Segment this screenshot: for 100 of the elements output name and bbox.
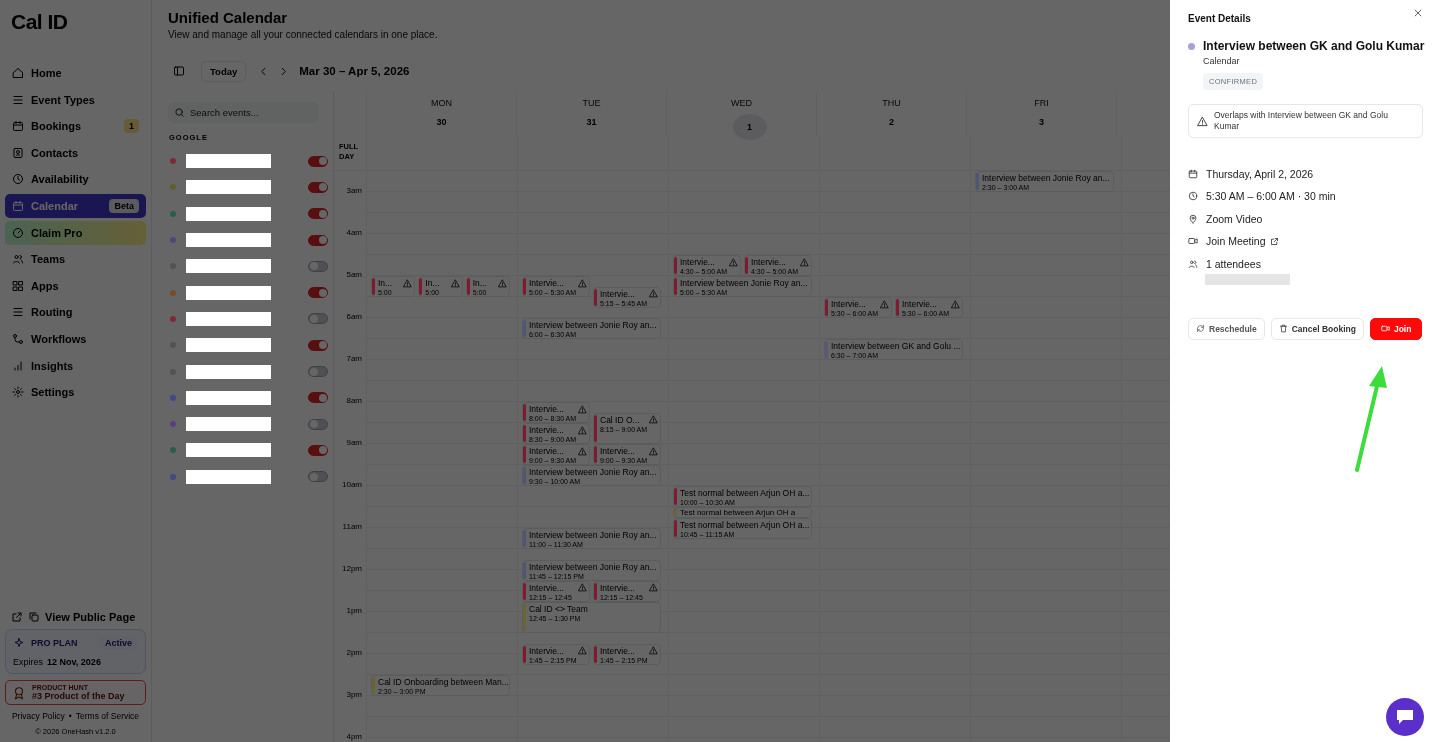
date-number[interactable]: 2 [883,114,900,130]
warning-text: Overlaps with Interview between GK and Golu Kumar [1214,110,1389,133]
event-title: Interview between GK and Golu Kumar [1203,39,1425,53]
toggle-switch[interactable] [308,339,328,351]
date-number[interactable]: 1 [732,114,767,140]
event-title: Intervie... [600,446,636,456]
toggle-switch[interactable] [308,155,328,167]
date-number[interactable]: 3 [1033,114,1050,130]
privacy-link[interactable]: Privacy Policy [11,711,65,721]
view-public-page-link[interactable]: View Public Page [45,611,136,623]
toggle-switch[interactable] [308,181,328,193]
calendar-icon [12,199,24,212]
hour-label: 3pm [346,690,362,699]
date-number[interactable]: 30 [433,114,450,130]
panel-heading: Event Details [1188,13,1252,24]
hour-label: 9am [346,438,362,447]
nav-item[interactable]: Event Types [5,87,146,112]
event-title: Interview between Jonie Roy an... [529,467,658,477]
join-button[interactable]: Join [1369,317,1423,340]
event-title: Intervie... [600,288,636,299]
toggle-switch[interactable] [308,208,328,220]
join-meeting-link[interactable]: Join Meeting [1206,235,1279,248]
event-title: In... [472,278,488,288]
sparkle-icon [13,637,25,649]
nav-item[interactable]: Claim Pro [5,220,146,245]
hour-label: 3am [346,186,362,195]
expires-label: Expires [13,657,43,667]
nav-item[interactable]: Calendar Beta [5,193,146,218]
hour-label: 11am [342,522,362,531]
toggle-switch[interactable] [308,287,328,299]
reschedule-button[interactable]: Reschedule [1188,317,1265,340]
event-title: Intervie... [529,582,565,593]
event-title: Test normal between Arjun OH a... [680,488,810,498]
location-pin-icon [1188,213,1198,224]
hour-label: 2pm [346,648,362,657]
nav-item[interactable]: Home [5,61,146,85]
sidebar-toggle-icon[interactable] [173,65,185,77]
event-title: Cal ID Onboarding between Man... [378,677,509,687]
people-icon [1188,258,1198,269]
nav-item[interactable]: Availability [5,167,146,192]
today-button[interactable]: Today [201,60,247,82]
logo[interactable]: Cal ID [11,10,146,34]
nav-item[interactable]: Routing [5,300,146,325]
page-subtitle: View and manage all your connected calendars in one place. [168,29,439,40]
nav-item[interactable]: Teams [5,247,146,272]
toggle-switch[interactable] [308,418,328,430]
close-icon[interactable] [1413,8,1423,18]
hour-label: 5am [346,270,362,279]
date-number[interactable]: 31 [583,114,600,130]
event-title: Interview between GK and Golu ... [831,341,961,351]
event-title: Cal ID O... [600,414,641,425]
event-card[interactable]: Test normal between Arjun OH a [673,507,812,518]
page-title: Unified Calendar [168,9,289,26]
toggle-switch[interactable] [308,234,328,246]
nav-item[interactable]: Apps [5,273,146,298]
detail-text: Zoom Video [1206,212,1263,225]
event-title: Interview between Jonie Roy an... [529,561,658,572]
toggle-switch[interactable] [308,444,328,456]
event-title: Intervie... [902,299,938,309]
search-field[interactable]: Search events... [168,102,318,123]
event-title: Intervie... [529,278,565,288]
warning-icon [1197,115,1208,127]
event-title: Interview between Jonie Roy an... [680,278,809,288]
event-title: Cal ID <> Team [529,603,589,614]
terms-link[interactable]: Terms of Service [75,711,140,721]
clock-icon [1188,191,1198,202]
nodes-icon [12,332,24,345]
home-icon [12,67,24,79]
medal-icon [12,685,26,700]
video-camera-icon [1188,236,1198,247]
toggle-switch[interactable] [308,313,328,325]
list-icon [12,306,24,319]
chat-bubble-icon [1395,708,1415,726]
weekday-label: WED [731,98,752,108]
nav-item[interactable]: Insights [5,353,146,378]
nav-item[interactable]: Settings [5,380,146,405]
event-title: Interview between Jonie Roy an... [529,530,658,540]
event-title: Intervie... [529,425,565,435]
nav-item[interactable]: Bookings 1 [5,114,146,139]
grid-icon [12,279,24,292]
hour-label: 1pm [346,606,362,615]
calendar-name: Calendar [1203,56,1241,66]
clock-icon [12,173,24,186]
event-title: Intervie... [529,404,565,414]
event-title: In... [378,278,394,288]
toggle-switch[interactable] [308,366,328,377]
nav-badge: Beta [109,198,139,213]
expiry-date: 12 Nov, 2026 [47,657,101,667]
event-title: Intervie... [529,446,565,456]
event-title: Interview between Jonie Roy an... [982,173,1111,183]
hour-label: 6am [346,312,362,321]
nav-item[interactable]: Workflows [5,326,146,351]
calendar-icon [1188,168,1198,179]
toggle-switch[interactable] [308,471,328,483]
nav-item[interactable]: Contacts [5,140,146,165]
video-camera-icon [1380,324,1390,334]
external-link-icon [1269,236,1279,246]
toggle-switch[interactable] [308,392,328,404]
toggle-switch[interactable] [308,260,328,272]
cancel-button[interactable]: Cancel Booking [1270,317,1364,340]
